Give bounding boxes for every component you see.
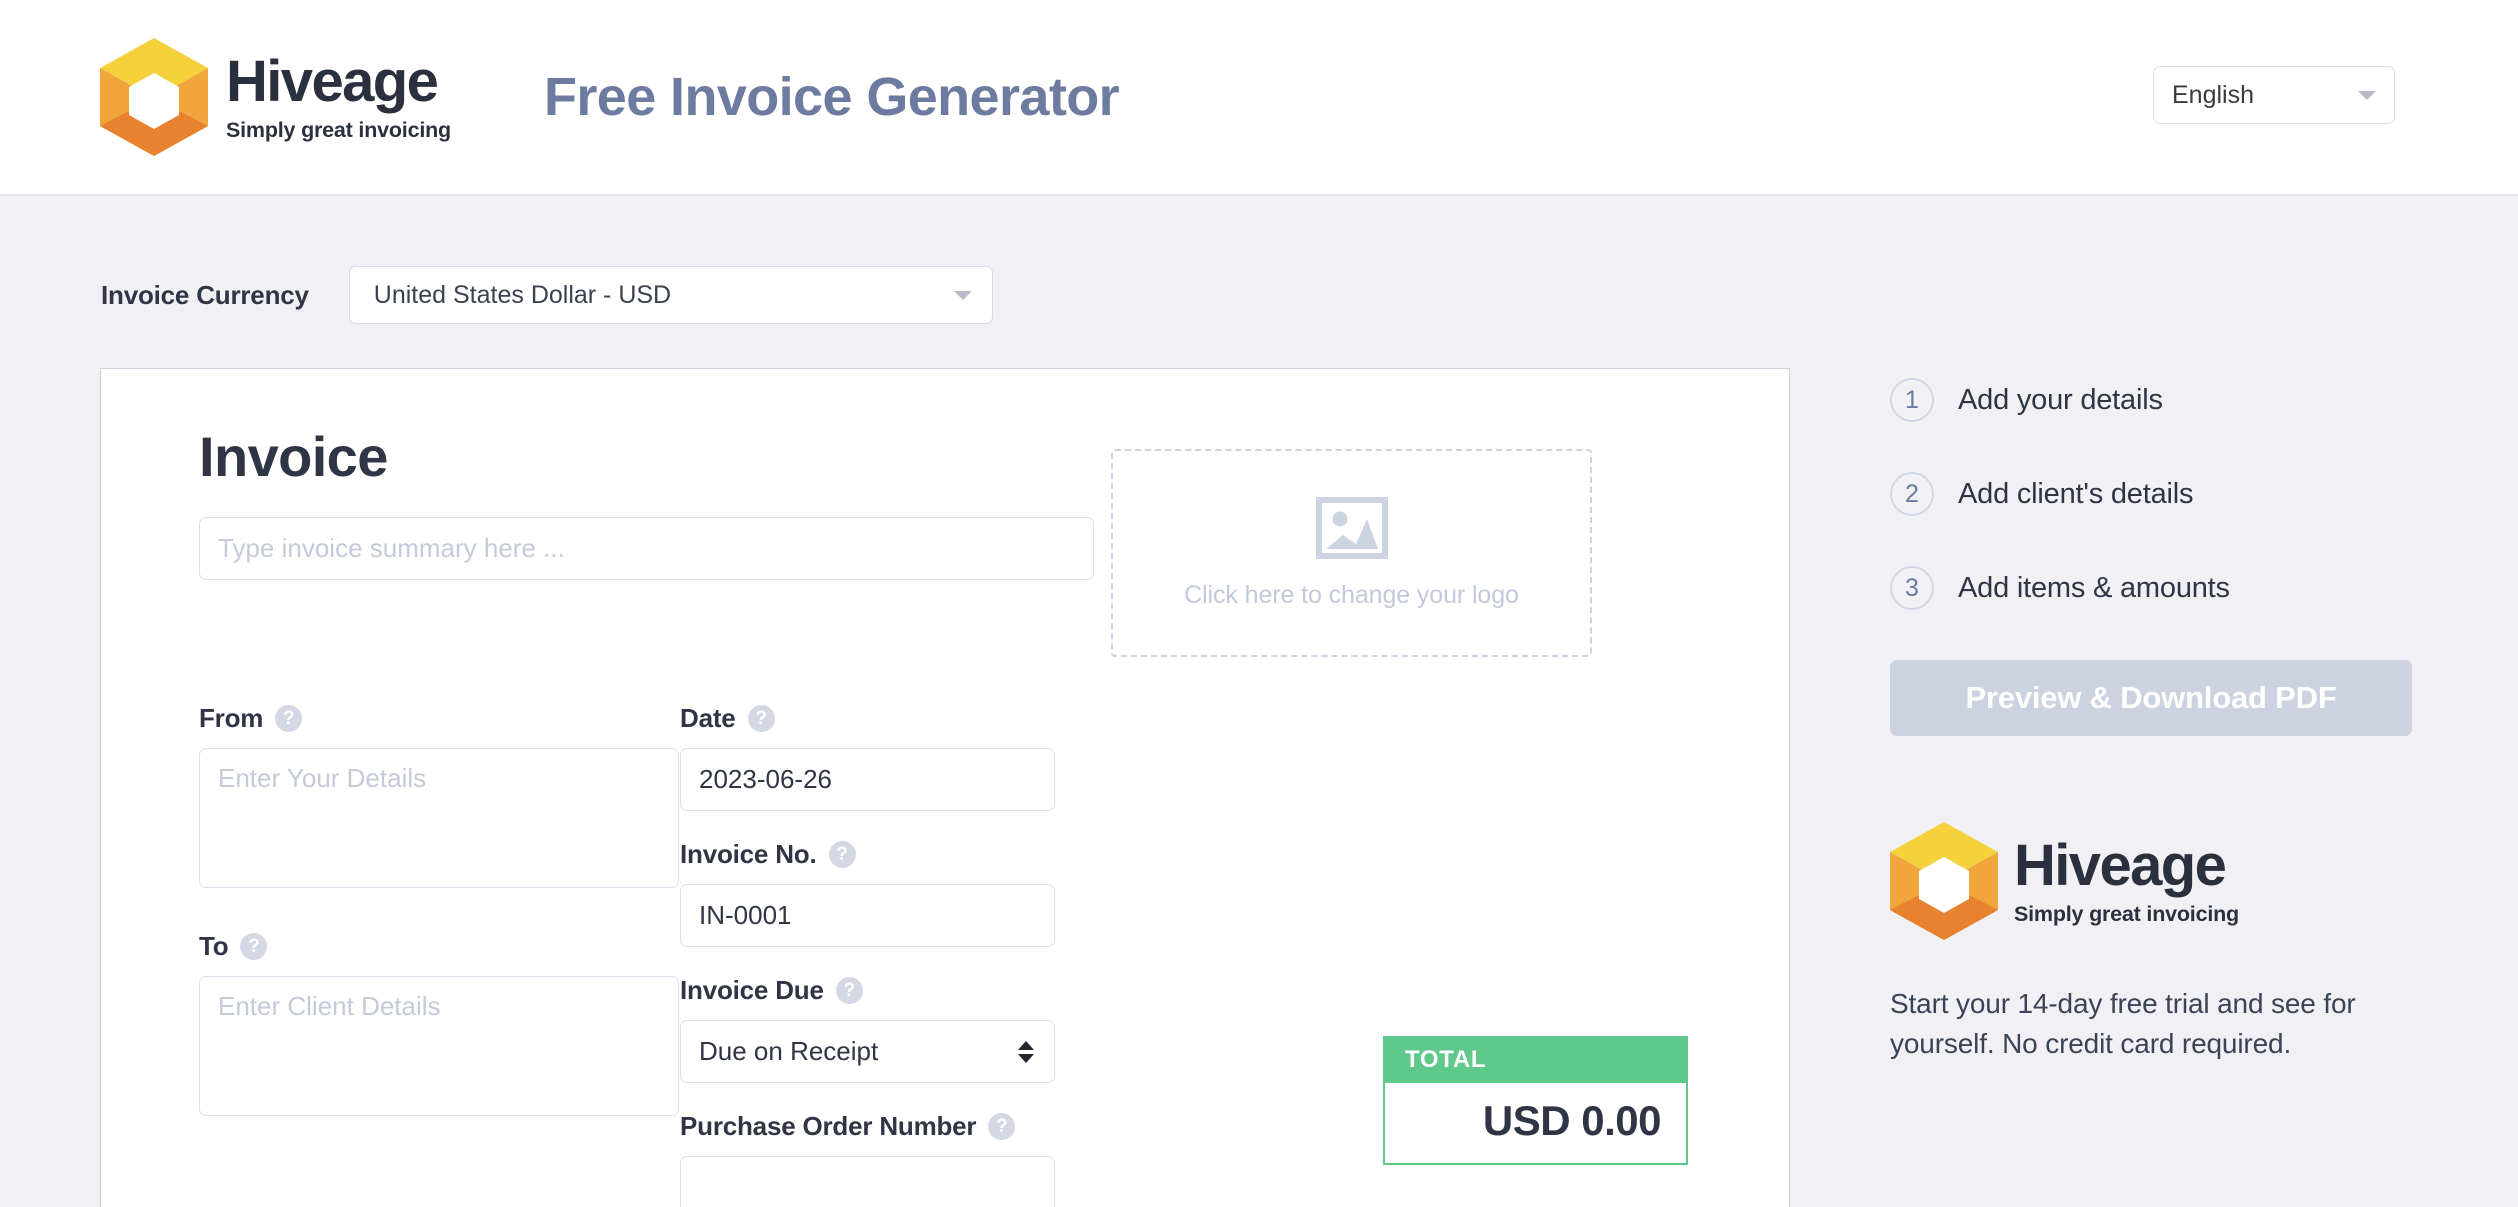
help-icon[interactable]: ? — [240, 933, 268, 960]
preview-download-pdf-button[interactable]: Preview & Download PDF — [1890, 660, 2412, 736]
sort-updown-icon — [1018, 1040, 1034, 1063]
invoice-currency-row: Invoice Currency United States Dollar - … — [101, 266, 2518, 324]
purchase-order-field: Purchase Order Number ? — [680, 1111, 1055, 1207]
step-number-badge: 1 — [1890, 378, 1934, 422]
step-item-1: 1 Add your details — [1890, 378, 2450, 422]
invoice-total-label: TOTAL — [1385, 1038, 1686, 1083]
step-item-2: 2 Add client's details — [1890, 472, 2450, 516]
sidebar-brand-logo: Hiveage Simply great invoicing — [1890, 822, 2450, 940]
help-icon[interactable]: ? — [747, 705, 775, 732]
step-label: Add items & amounts — [1958, 571, 2230, 604]
from-field: From ? — [199, 703, 679, 893]
date-label-text: Date — [680, 703, 736, 733]
sidebar-brand-name: Hiveage — [2014, 832, 2227, 898]
purchase-order-label-text: Purchase Order Number — [680, 1111, 977, 1141]
step-number-badge: 2 — [1890, 472, 1934, 516]
invoice-due-field: Invoice Due ? Due on Receipt — [680, 975, 1055, 1083]
brand-name: Hiveage — [226, 48, 439, 114]
step-item-3: 3 Add items & amounts — [1890, 566, 2450, 610]
hiveage-hexagon-logo-icon — [100, 38, 208, 156]
brand-wordmark: Hiveage Simply great invoicing — [226, 48, 451, 142]
invoice-due-value: Due on Receipt — [699, 1036, 879, 1066]
invoice-currency-value: United States Dollar - USD — [373, 280, 672, 309]
invoice-parties-column: From ? To ? — [199, 703, 679, 1207]
main-content: Invoice Click here to change your logo F… — [0, 368, 2518, 1207]
language-select-value: English — [2172, 80, 2254, 109]
help-icon[interactable]: ? — [988, 1113, 1016, 1140]
invoice-summary-input[interactable] — [199, 517, 1094, 580]
invoice-total-box: TOTAL USD 0.00 — [1383, 1036, 1688, 1165]
from-label: From ? — [199, 703, 574, 734]
invoice-currency-select[interactable]: United States Dollar - USD — [348, 266, 993, 324]
trial-promo-text: Start your 14-day free trial and see for… — [1890, 988, 2356, 1060]
brand-tagline: Simply great invoicing — [226, 117, 451, 142]
invoice-title-block: Invoice — [199, 429, 1094, 657]
page-title: Free Invoice Generator — [543, 67, 1120, 127]
step-number-badge: 3 — [1890, 566, 1934, 610]
date-field: Date ? — [680, 703, 1055, 811]
purchase-order-label: Purchase Order Number ? — [680, 1111, 1055, 1142]
chevron-down-icon — [2358, 90, 2376, 100]
sidebar: 1 Add your details 2 Add client's detail… — [1890, 368, 2450, 1065]
brand-logo: Hiveage Simply great invoicing — [100, 38, 451, 156]
date-input[interactable] — [680, 748, 1055, 811]
help-icon[interactable]: ? — [828, 841, 856, 868]
from-details-input[interactable] — [199, 748, 679, 888]
from-label-text: From — [199, 703, 264, 733]
image-placeholder-icon — [1315, 496, 1388, 559]
invoice-meta-column: Date ? Invoice No. ? Invoice Due ? — [680, 703, 1055, 1207]
help-icon[interactable]: ? — [275, 705, 303, 732]
invoice-total-amount: USD 0.00 — [1482, 1097, 1662, 1144]
logo-dropzone-label: Click here to change your logo — [1184, 580, 1519, 609]
date-label: Date ? — [680, 703, 1055, 734]
invoice-heading: Invoice — [199, 425, 388, 488]
to-details-input[interactable] — [199, 976, 679, 1116]
chevron-down-icon — [953, 290, 972, 300]
step-label: Add client's details — [1958, 477, 2194, 510]
to-label-text: To — [199, 931, 229, 961]
invoice-currency-label: Invoice Currency — [101, 279, 309, 310]
help-icon[interactable]: ? — [835, 977, 863, 1004]
invoice-due-select[interactable]: Due on Receipt — [680, 1020, 1055, 1083]
logo-upload-dropzone[interactable]: Click here to change your logo — [1111, 449, 1592, 657]
to-label: To ? — [199, 931, 574, 962]
app-header: Hiveage Simply great invoicing Free Invo… — [0, 0, 2518, 196]
purchase-order-input[interactable] — [680, 1156, 1055, 1207]
step-label: Add your details — [1958, 383, 2163, 416]
invoice-header-row: Invoice Click here to change your logo — [199, 429, 1691, 657]
invoice-total: TOTAL USD 0.00 — [1383, 1036, 1688, 1165]
invoice-no-label: Invoice No. ? — [680, 839, 1055, 870]
language-select[interactable]: English — [2153, 66, 2395, 124]
sidebar-brand-tagline: Simply great invoicing — [2014, 901, 2239, 926]
invoice-due-label: Invoice Due ? — [680, 975, 1055, 1006]
invoice-no-field: Invoice No. ? — [680, 839, 1055, 947]
to-field: To ? — [199, 931, 679, 1121]
invoice-due-label-text: Invoice Due — [680, 975, 824, 1005]
invoice-card: Invoice Click here to change your logo F… — [100, 368, 1790, 1207]
sidebar-brand-wordmark: Hiveage Simply great invoicing — [2014, 832, 2239, 926]
invoice-no-label-text: Invoice No. — [680, 839, 817, 869]
hiveage-hexagon-logo-icon — [1890, 822, 1998, 940]
invoice-no-input[interactable] — [680, 884, 1055, 947]
